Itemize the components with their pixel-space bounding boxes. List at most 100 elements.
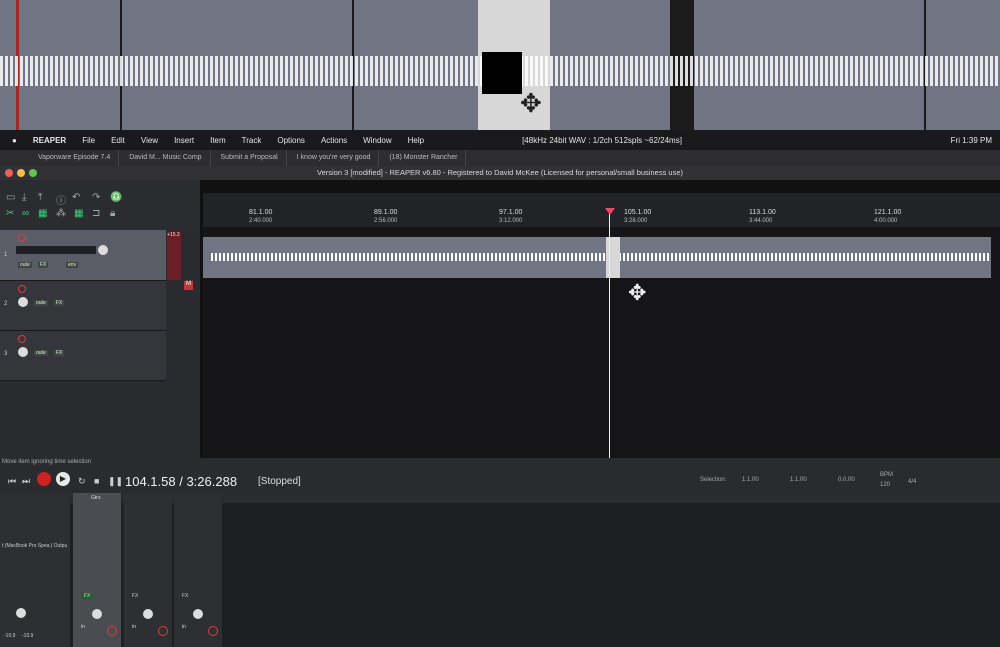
- browser-tab[interactable]: Submit a Proposal: [213, 150, 287, 166]
- play-button[interactable]: ▶: [56, 472, 70, 486]
- menu-window[interactable]: Window: [363, 136, 391, 145]
- volume-knob[interactable]: [193, 609, 203, 619]
- record-button[interactable]: [37, 472, 51, 486]
- menu-file[interactable]: File: [82, 136, 95, 145]
- item-grouping-icon[interactable]: ⁂: [56, 208, 66, 219]
- input-button[interactable]: in: [81, 624, 85, 630]
- menubar-clock[interactable]: Fri 1:39 PM: [951, 136, 992, 145]
- new-project-icon[interactable]: ▭: [6, 192, 15, 203]
- record-arm-button[interactable]: [18, 335, 26, 343]
- open-project-icon[interactable]: ⤓: [22, 192, 26, 203]
- mixer-channel-strip[interactable]: Gtrs FX in: [73, 493, 121, 647]
- menu-edit[interactable]: Edit: [111, 136, 125, 145]
- stop-icon[interactable]: ■: [94, 476, 99, 486]
- menu-options[interactable]: Options: [277, 136, 305, 145]
- track-number: 1: [4, 252, 8, 258]
- pause-icon[interactable]: ❚❚: [108, 476, 123, 487]
- apple-icon[interactable]: ●: [12, 136, 17, 145]
- minimize-button[interactable]: [17, 169, 25, 177]
- ruler-measure: 89.1.00: [374, 209, 398, 216]
- bpm-label: BPM: [880, 472, 894, 478]
- track-1-meter: +15.3: [167, 232, 181, 280]
- ruler-time: 3:44.000: [749, 218, 773, 224]
- browser-tab[interactable]: (18) Monster Rancher: [381, 150, 467, 166]
- transport-state: [Stopped]: [258, 476, 301, 487]
- lock-icon[interactable]: 🔒︎: [110, 208, 115, 219]
- move-cursor-icon: ✥: [520, 88, 542, 118]
- fx-button[interactable]: FX: [81, 593, 94, 599]
- volume-knob[interactable]: [98, 245, 108, 255]
- save-project-icon[interactable]: ⤒: [38, 192, 42, 203]
- track-row[interactable]: 3 oute FX: [0, 331, 166, 381]
- input-button[interactable]: in: [132, 624, 136, 630]
- mixer-channel-strip[interactable]: FX in: [124, 493, 172, 647]
- mixer-channel-strip[interactable]: FX in: [174, 493, 222, 647]
- env-button[interactable]: env: [66, 262, 79, 268]
- selection-length[interactable]: 0.0.00: [838, 477, 855, 483]
- track-name-field[interactable]: [16, 246, 96, 254]
- redo-icon[interactable]: ↷: [92, 192, 100, 203]
- menu-insert[interactable]: Insert: [174, 136, 194, 145]
- envelope-link-icon[interactable]: ⊐: [92, 208, 100, 219]
- metronome-icon[interactable]: ♎: [110, 192, 122, 203]
- track-row[interactable]: 2 oute FX: [0, 281, 166, 331]
- go-to-end-icon[interactable]: ⏭: [22, 476, 30, 487]
- volume-knob[interactable]: [143, 609, 153, 619]
- undo-icon[interactable]: ↶: [72, 192, 80, 203]
- snap-icon[interactable]: ▦: [74, 208, 83, 219]
- close-button[interactable]: [5, 169, 13, 177]
- menu-app-name[interactable]: REAPER: [33, 136, 66, 145]
- browser-tab[interactable]: Vaporware Episode 7.4: [30, 150, 120, 166]
- ruler-measure: 121.1.00: [874, 209, 902, 216]
- media-item-track-1[interactable]: [203, 237, 991, 278]
- bpm-value[interactable]: 120: [880, 482, 890, 488]
- selection-end[interactable]: 1.1.00: [790, 477, 807, 483]
- fx-button[interactable]: FX: [132, 593, 138, 599]
- volume-knob[interactable]: [16, 605, 26, 623]
- menu-view[interactable]: View: [141, 136, 158, 145]
- input-button[interactable]: in: [182, 624, 186, 630]
- playhead-marker-icon[interactable]: [605, 208, 615, 215]
- track-number: 2: [4, 301, 8, 307]
- volume-knob[interactable]: [18, 347, 28, 357]
- master-strip[interactable]: t (MacBook Pro Spea | Outpu -10.9 -10.9: [0, 493, 70, 647]
- audio-status[interactable]: [48kHz 24bit WAV : 1/2ch 512spls ~62/24m…: [522, 136, 682, 145]
- timeline-ruler[interactable]: 81.1.00 89.1.00 97.1.00 105.1.00 113.1.0…: [203, 193, 1000, 227]
- menu-actions[interactable]: Actions: [321, 136, 347, 145]
- ruler-time: 3:12.000: [499, 218, 523, 224]
- volume-knob[interactable]: [92, 609, 102, 619]
- volume-knob[interactable]: [18, 297, 28, 307]
- track-row[interactable]: 1 oute FX env: [0, 230, 166, 281]
- auto-crossfade-icon[interactable]: ✂: [6, 208, 14, 219]
- browser-tab[interactable]: I know you're very good: [289, 150, 380, 166]
- record-arm-button[interactable]: [107, 626, 117, 636]
- fx-button[interactable]: FX: [38, 262, 49, 268]
- menu-help[interactable]: Help: [408, 136, 424, 145]
- record-arm-button[interactable]: [18, 234, 26, 242]
- selection-label: Selection:: [700, 477, 727, 483]
- fx-button[interactable]: FX: [54, 300, 65, 306]
- mac-menubar: ● REAPER File Edit View Insert Item Trac…: [0, 130, 1000, 150]
- record-arm-button[interactable]: [158, 626, 168, 636]
- record-arm-button[interactable]: [18, 285, 26, 293]
- ruler-time: 4:00.000: [874, 218, 898, 224]
- ripple-edit-icon[interactable]: ∞: [22, 208, 29, 219]
- fx-button[interactable]: FX: [182, 593, 188, 599]
- go-to-start-icon[interactable]: ⏮: [8, 476, 16, 487]
- menu-item[interactable]: Item: [210, 136, 226, 145]
- project-settings-icon[interactable]: ⓘ: [56, 192, 66, 207]
- route-button[interactable]: oute: [18, 262, 32, 268]
- route-button[interactable]: oute: [34, 350, 48, 356]
- meter-right: -10.9: [22, 633, 34, 639]
- browser-tab[interactable]: David M... Music Comp: [121, 150, 211, 166]
- record-arm-button[interactable]: [208, 626, 218, 636]
- time-signature[interactable]: 4/4: [908, 479, 916, 485]
- route-button[interactable]: oute: [34, 300, 48, 306]
- mute-button[interactable]: M: [184, 281, 193, 290]
- selection-start[interactable]: 1.1.00: [742, 477, 759, 483]
- repeat-icon[interactable]: ↻: [78, 476, 86, 487]
- zoom-button[interactable]: [29, 169, 37, 177]
- menu-track[interactable]: Track: [242, 136, 262, 145]
- grid-icon[interactable]: ▦: [38, 208, 47, 219]
- fx-button[interactable]: FX: [54, 350, 65, 356]
